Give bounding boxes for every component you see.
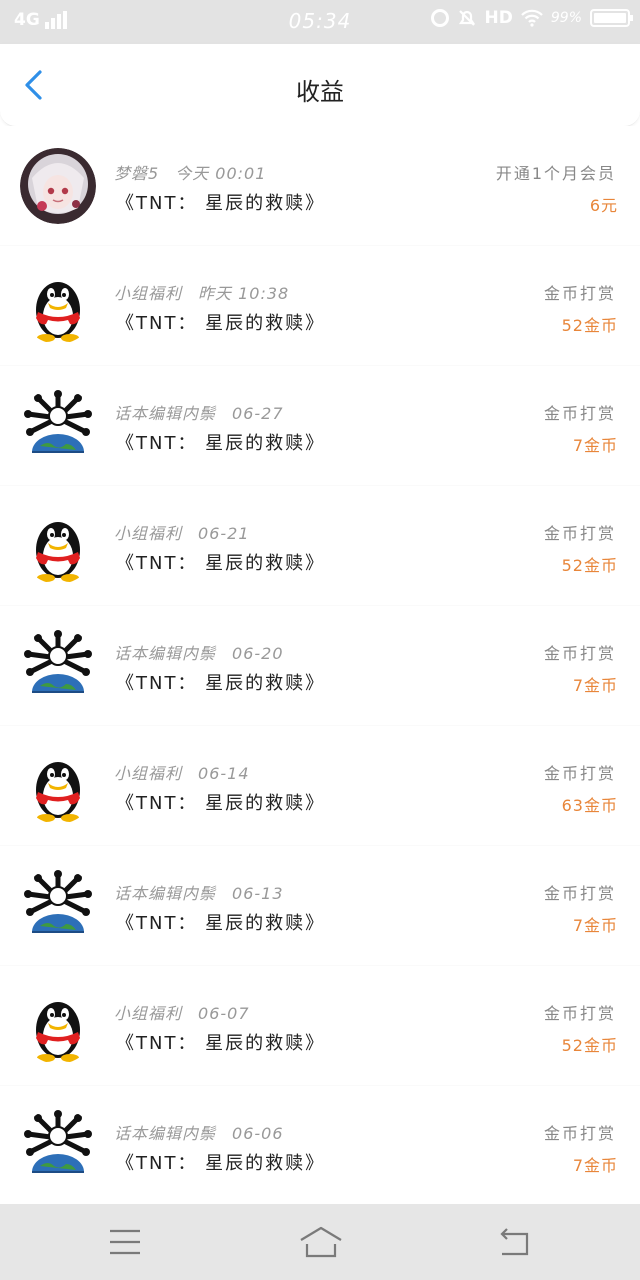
reward-amount: 7金币 bbox=[572, 436, 618, 455]
book-title: 《TNT： 星辰的救赎》 bbox=[116, 553, 326, 574]
earnings-row[interactable]: 小组福利 06-07 《TNT： 星辰的救赎》 金币打赏 52金币 bbox=[0, 966, 640, 1085]
row-meta: 小组福利 昨天 10:38 bbox=[114, 280, 289, 304]
home-button[interactable] bbox=[298, 1222, 344, 1262]
earnings-row[interactable]: 话本编辑内鬃 06-06 《TNT： 星辰的救赎》 金币打赏 7金币 bbox=[0, 1086, 640, 1204]
book-title: 《TNT： 星辰的救赎》 bbox=[116, 673, 326, 694]
earnings-list: 梦磐5 今天 00:01 《TNT： 星辰的救赎》 开通1个月会员 6元 小组福利 昨天 1… bbox=[0, 126, 640, 1204]
sender-name: 小组福利 bbox=[114, 284, 183, 303]
avatar bbox=[20, 508, 96, 584]
sender-name: 话本编辑内鬃 bbox=[114, 644, 217, 663]
row-meta: 话本编辑内鬃 06-06 bbox=[114, 1120, 284, 1144]
reward-type: 金币打赏 bbox=[543, 1124, 616, 1143]
earnings-row[interactable]: 梦磐5 今天 00:01 《TNT： 星辰的救赎》 开通1个月会员 6元 bbox=[0, 126, 640, 245]
reward-amount: 52金币 bbox=[561, 1036, 618, 1055]
row-date: 06-06 bbox=[232, 1124, 284, 1143]
status-bar: 4G 05:34 HD 99% bbox=[0, 0, 640, 44]
book-title: 《TNT： 星辰的救赎》 bbox=[116, 313, 326, 334]
sender-name: 话本编辑内鬃 bbox=[114, 884, 217, 903]
row-meta: 话本编辑内鬃 06-27 bbox=[114, 400, 284, 424]
status-icons: HD 99% bbox=[423, 8, 633, 28]
reward-amount: 6元 bbox=[589, 196, 618, 215]
reward-amount: 52金币 bbox=[561, 556, 618, 575]
earnings-row[interactable]: 话本编辑内鬃 06-20 《TNT： 星辰的救赎》 金币打赏 7金币 bbox=[0, 606, 640, 725]
reward-amount: 63金币 bbox=[561, 796, 618, 815]
menu-button[interactable] bbox=[105, 1222, 145, 1262]
sender-name: 小组福利 bbox=[114, 764, 183, 783]
row-meta: 小组福利 06-07 bbox=[114, 1000, 250, 1024]
avatar bbox=[20, 388, 96, 464]
system-nav-bar bbox=[0, 1204, 640, 1280]
row-meta: 梦磐5 今天 00:01 bbox=[114, 160, 266, 184]
avatar bbox=[20, 148, 96, 224]
reward-amount: 7金币 bbox=[572, 916, 618, 935]
page-title: 收益 bbox=[296, 78, 344, 106]
row-meta: 话本编辑内鬃 06-20 bbox=[114, 640, 284, 664]
reward-amount: 7金币 bbox=[572, 676, 618, 695]
avatar bbox=[20, 868, 96, 944]
menu-icon bbox=[110, 1229, 140, 1255]
row-date: 06-21 bbox=[198, 524, 250, 543]
earnings-row[interactable]: 话本编辑内鬃 06-13 《TNT： 星辰的救赎》 金币打赏 7金币 bbox=[0, 846, 640, 965]
earnings-row[interactable]: 话本编辑内鬃 06-27 《TNT： 星辰的救赎》 金币打赏 7金币 bbox=[0, 366, 640, 485]
earnings-row[interactable]: 小组福利 昨天 10:38 《TNT： 星辰的救赎》 金币打赏 52金币 bbox=[0, 246, 640, 365]
wifi-icon bbox=[521, 9, 543, 27]
battery-percent: 99% bbox=[550, 10, 582, 26]
mute-bell-icon bbox=[458, 10, 475, 26]
avatar bbox=[20, 1108, 96, 1184]
battery-icon bbox=[590, 9, 633, 27]
sender-name: 梦磐5 bbox=[114, 164, 160, 183]
book-title: 《TNT： 星辰的救赎》 bbox=[116, 1033, 326, 1054]
sender-name: 话本编辑内鬃 bbox=[114, 1124, 217, 1143]
row-date: 06-07 bbox=[198, 1004, 250, 1023]
row-meta: 话本编辑内鬃 06-13 bbox=[114, 880, 284, 904]
row-date: 昨天 10:38 bbox=[198, 284, 290, 303]
book-title: 《TNT： 星辰的救赎》 bbox=[116, 1153, 326, 1174]
reward-amount: 52金币 bbox=[561, 316, 618, 335]
reward-type: 金币打赏 bbox=[543, 404, 616, 423]
avatar bbox=[20, 988, 96, 1064]
reward-type: 金币打赏 bbox=[543, 524, 616, 543]
reward-type: 开通1个月会员 bbox=[495, 164, 616, 183]
book-title: 《TNT： 星辰的救赎》 bbox=[116, 913, 326, 934]
reward-type: 金币打赏 bbox=[543, 284, 616, 303]
reward-type: 金币打赏 bbox=[543, 1004, 616, 1023]
reward-type: 金币打赏 bbox=[543, 764, 616, 783]
hd-icon: HD bbox=[484, 8, 513, 28]
reward-amount: 7金币 bbox=[572, 1156, 618, 1175]
earnings-row[interactable]: 小组福利 06-21 《TNT： 星辰的救赎》 金币打赏 52金币 bbox=[0, 486, 640, 605]
row-date: 06-27 bbox=[232, 404, 284, 423]
return-button[interactable] bbox=[496, 1222, 536, 1262]
row-meta: 小组福利 06-14 bbox=[114, 760, 250, 784]
app-header: 收益 bbox=[0, 44, 640, 127]
avatar bbox=[20, 628, 96, 704]
sender-name: 话本编辑内鬃 bbox=[114, 404, 217, 423]
sender-name: 小组福利 bbox=[114, 1004, 183, 1023]
row-date: 06-20 bbox=[232, 644, 284, 663]
row-date: 06-13 bbox=[232, 884, 284, 903]
reward-type: 金币打赏 bbox=[543, 644, 616, 663]
reward-type: 金币打赏 bbox=[543, 884, 616, 903]
return-icon bbox=[500, 1228, 529, 1256]
sender-name: 小组福利 bbox=[114, 524, 183, 543]
book-title: 《TNT： 星辰的救赎》 bbox=[116, 193, 326, 214]
alarm-icon bbox=[430, 9, 449, 27]
book-title: 《TNT： 星辰的救赎》 bbox=[116, 793, 326, 814]
book-title: 《TNT： 星辰的救赎》 bbox=[116, 433, 326, 454]
earnings-row[interactable]: 小组福利 06-14 《TNT： 星辰的救赎》 金币打赏 63金币 bbox=[0, 726, 640, 845]
row-date: 06-14 bbox=[198, 764, 250, 783]
row-date: 今天 00:01 bbox=[175, 164, 267, 183]
row-meta: 小组福利 06-21 bbox=[114, 520, 250, 544]
avatar bbox=[20, 268, 96, 344]
avatar bbox=[20, 748, 96, 824]
home-icon bbox=[300, 1226, 342, 1258]
